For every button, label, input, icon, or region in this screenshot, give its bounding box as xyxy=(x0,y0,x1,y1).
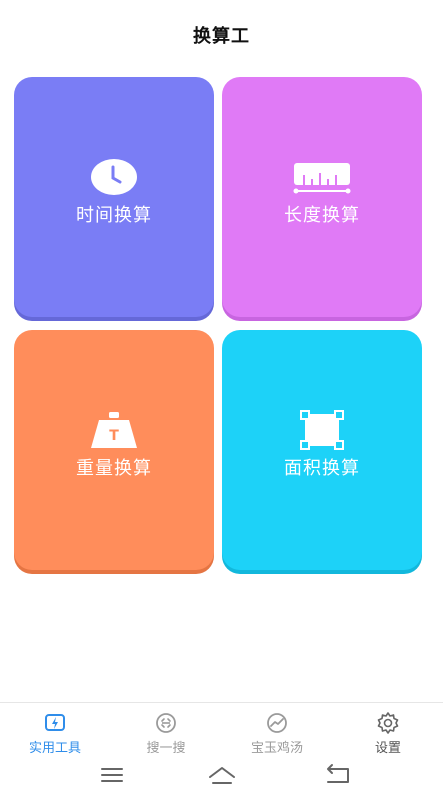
area-icon xyxy=(300,410,344,450)
time-conversion-card[interactable]: 时间换算 xyxy=(14,77,214,317)
system-navigation-bar xyxy=(0,760,443,793)
weight-icon: T xyxy=(91,412,137,448)
tab-search[interactable]: 搜一搜 xyxy=(111,711,221,756)
area-conversion-card[interactable]: 面积换算 xyxy=(222,330,422,570)
back-icon[interactable] xyxy=(320,763,354,787)
tab-search-label: 搜一搜 xyxy=(146,741,186,756)
weight-conversion-label: 重量换算 xyxy=(76,458,152,479)
weight-conversion-card[interactable]: T 重量换算 xyxy=(14,330,214,570)
menu-icon[interactable] xyxy=(95,763,129,787)
clock-icon xyxy=(91,159,137,195)
bottom-tab-bar: 实用工具 搜一搜 宝玉鸡汤 设置 xyxy=(0,702,443,761)
tab-settings[interactable]: 设置 xyxy=(333,711,443,756)
length-conversion-label: 长度换算 xyxy=(284,205,360,226)
tab-quotes-label: 宝玉鸡汤 xyxy=(250,741,303,756)
tab-tools[interactable]: 实用工具 xyxy=(0,711,110,756)
tab-quotes[interactable]: 宝玉鸡汤 xyxy=(222,711,332,756)
area-conversion-label: 面积换算 xyxy=(284,458,360,479)
home-icon[interactable] xyxy=(205,763,239,787)
trend-icon xyxy=(267,713,287,733)
ruler-icon xyxy=(293,163,351,194)
tools-icon xyxy=(45,714,65,731)
length-conversion-card[interactable]: 长度换算 xyxy=(222,77,422,317)
svg-text:T: T xyxy=(109,428,119,444)
tab-tools-label: 实用工具 xyxy=(28,741,81,756)
scan-search-icon xyxy=(156,713,176,733)
time-conversion-label: 时间换算 xyxy=(76,205,152,226)
tab-settings-label: 设置 xyxy=(374,741,401,756)
page-title: 换算工 xyxy=(193,26,250,47)
gear-icon xyxy=(377,712,399,734)
